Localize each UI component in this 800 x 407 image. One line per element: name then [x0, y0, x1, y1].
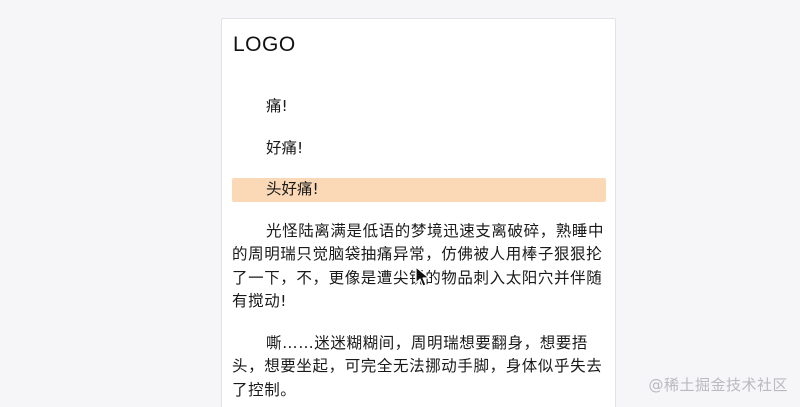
paragraph-1: 痛! [266, 97, 288, 115]
paragraph-2: 好痛! [266, 138, 304, 157]
paragraph-3-highlighted: 头好痛! [232, 178, 606, 202]
page: LOGO 痛! 好痛! 头好痛! 光怪陆离满是低语的梦境迅速支离破碎，熟睡中的周… [0, 0, 800, 407]
watermark: @稀土掘金技术社区 [648, 376, 788, 394]
article-content: 痛! 好痛! 头好痛! 光怪陆离满是低语的梦境迅速支离破碎，熟睡中的周明瑞只觉脑… [232, 95, 606, 407]
paragraph-5: 嘶……迷迷糊糊间，周明瑞想要翻身，想要捂头，想要坐起，可完全无法挪动手脚，身体似… [232, 333, 603, 399]
mouse-cursor-icon [415, 266, 430, 287]
logo: LOGO [233, 33, 296, 56]
article-card: LOGO 痛! 好痛! 头好痛! 光怪陆离满是低语的梦境迅速支离破碎，熟睡中的周… [221, 18, 616, 407]
